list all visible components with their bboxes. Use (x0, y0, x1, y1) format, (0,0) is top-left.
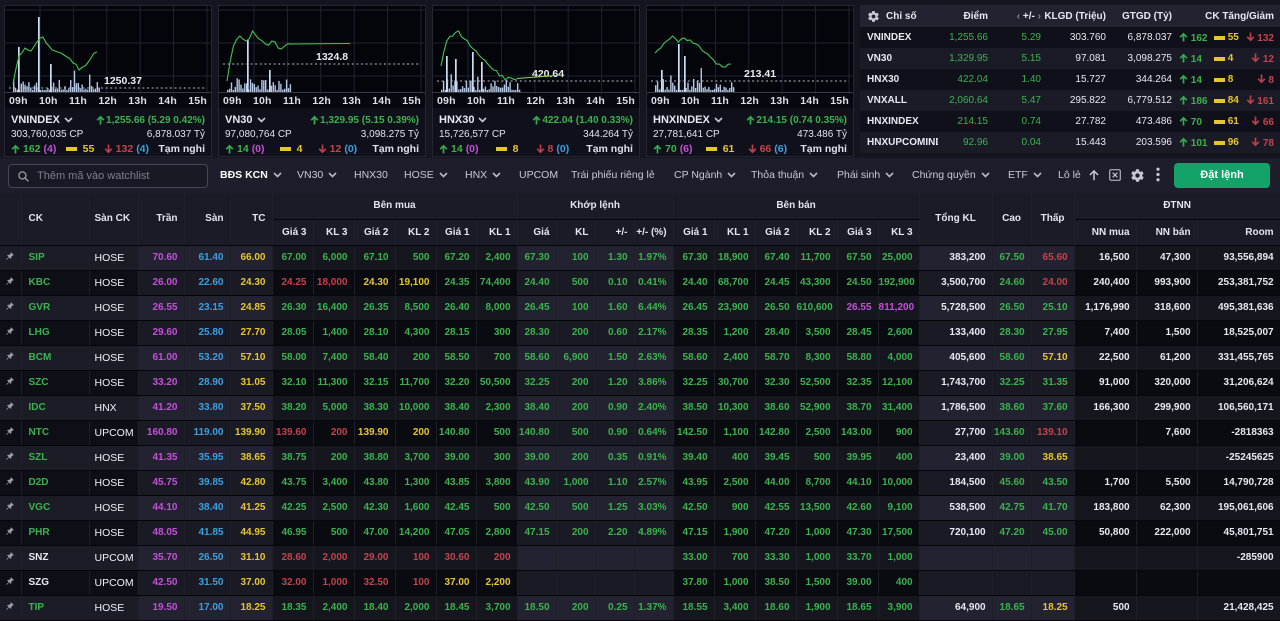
svg-text:420.64: 420.64 (532, 68, 564, 80)
svg-text:1324.8: 1324.8 (316, 51, 348, 63)
svg-text:1250.37: 1250.37 (104, 75, 142, 87)
svg-text:213.41: 213.41 (744, 68, 776, 80)
